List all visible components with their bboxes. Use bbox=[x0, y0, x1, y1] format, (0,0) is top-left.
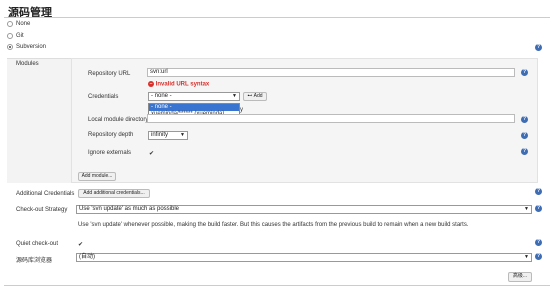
local-dir-input[interactable] bbox=[147, 114, 515, 123]
bottom-divider bbox=[4, 285, 550, 286]
repo-browser-label: 源码库浏览器 bbox=[16, 258, 53, 264]
help-icon[interactable]: ? bbox=[535, 205, 542, 212]
modules-left-column bbox=[7, 58, 71, 183]
ignore-externals-checkbox[interactable]: ✔ bbox=[149, 150, 154, 157]
help-icon[interactable]: ? bbox=[535, 239, 542, 246]
credentials-selected: - none - bbox=[151, 93, 172, 99]
repository-url-label: Repository URL bbox=[88, 71, 131, 77]
quiet-checkout-checkbox[interactable]: ✔ bbox=[78, 241, 83, 248]
repo-browser-selected: (自动) bbox=[79, 254, 95, 260]
depth-select[interactable]: infinity ▼ bbox=[148, 131, 188, 140]
credentials-label: Credentials bbox=[88, 94, 119, 100]
checkout-strategy-select[interactable]: Use 'svn update' as much as possible ▼ bbox=[76, 205, 532, 214]
local-dir-label: Local module directory bbox=[88, 117, 149, 123]
scm-option-none-label: None bbox=[16, 21, 31, 27]
depth-label: Repository depth bbox=[88, 132, 134, 138]
quiet-checkout-label: Quiet check-out bbox=[16, 241, 59, 247]
help-icon[interactable]: ? bbox=[521, 148, 528, 155]
url-error: – Invalid URL syntax bbox=[148, 81, 209, 88]
credentials-select[interactable]: - none - ▼ bbox=[148, 92, 240, 101]
scm-option-git-label: Git bbox=[16, 33, 24, 39]
add-additional-credentials-button[interactable]: Add additional credentials... bbox=[78, 189, 150, 198]
chevron-down-icon: ▼ bbox=[232, 93, 237, 99]
scm-option-git[interactable]: Git bbox=[7, 33, 24, 39]
help-icon[interactable]: ? bbox=[535, 44, 542, 51]
chevron-down-icon: ▼ bbox=[524, 206, 529, 212]
radio-git[interactable] bbox=[7, 33, 13, 39]
checkout-strategy-description: Use 'svn update' whenever possible, maki… bbox=[78, 222, 469, 228]
radio-none[interactable] bbox=[7, 21, 13, 27]
scm-option-none[interactable]: None bbox=[7, 21, 30, 27]
repo-browser-select[interactable]: (自动) ▼ bbox=[76, 253, 532, 262]
add-credentials-button[interactable]: ⊷ Add bbox=[243, 92, 267, 101]
ignore-externals-label: Ignore externals bbox=[88, 150, 132, 156]
checkout-strategy-selected: Use 'svn update' as much as possible bbox=[79, 206, 180, 212]
scm-option-subversion[interactable]: Subversion bbox=[7, 44, 46, 50]
scm-option-subversion-label: Subversion bbox=[16, 44, 47, 50]
modules-label: Modules bbox=[16, 61, 39, 67]
local-dir-suffix: y bbox=[240, 107, 243, 113]
add-module-button[interactable]: Add module... bbox=[78, 172, 116, 181]
key-icon: ⊷ bbox=[247, 93, 253, 99]
url-error-text: Invalid URL syntax bbox=[155, 81, 210, 88]
help-icon[interactable]: ? bbox=[535, 188, 542, 195]
depth-selected: infinity bbox=[151, 132, 169, 138]
help-icon[interactable]: ? bbox=[521, 116, 528, 123]
radio-subversion[interactable] bbox=[7, 44, 13, 50]
checkout-strategy-label: Check-out Strategy bbox=[16, 207, 68, 213]
advanced-button[interactable]: 高级... bbox=[508, 272, 532, 282]
chevron-down-icon: ▼ bbox=[180, 132, 185, 138]
additional-credentials-label: Additional Credentials bbox=[16, 191, 75, 197]
chevron-down-icon: ▼ bbox=[524, 254, 529, 260]
title-divider bbox=[4, 17, 550, 18]
help-icon[interactable]: ? bbox=[535, 253, 542, 260]
help-icon[interactable]: ? bbox=[521, 69, 528, 76]
error-icon: – bbox=[148, 81, 154, 87]
help-icon[interactable]: ? bbox=[521, 132, 528, 139]
dropdown-option-none[interactable]: - none - bbox=[149, 104, 239, 111]
repository-url-input[interactable]: svn:url bbox=[147, 68, 515, 77]
add-credentials-label: Add bbox=[253, 93, 263, 99]
